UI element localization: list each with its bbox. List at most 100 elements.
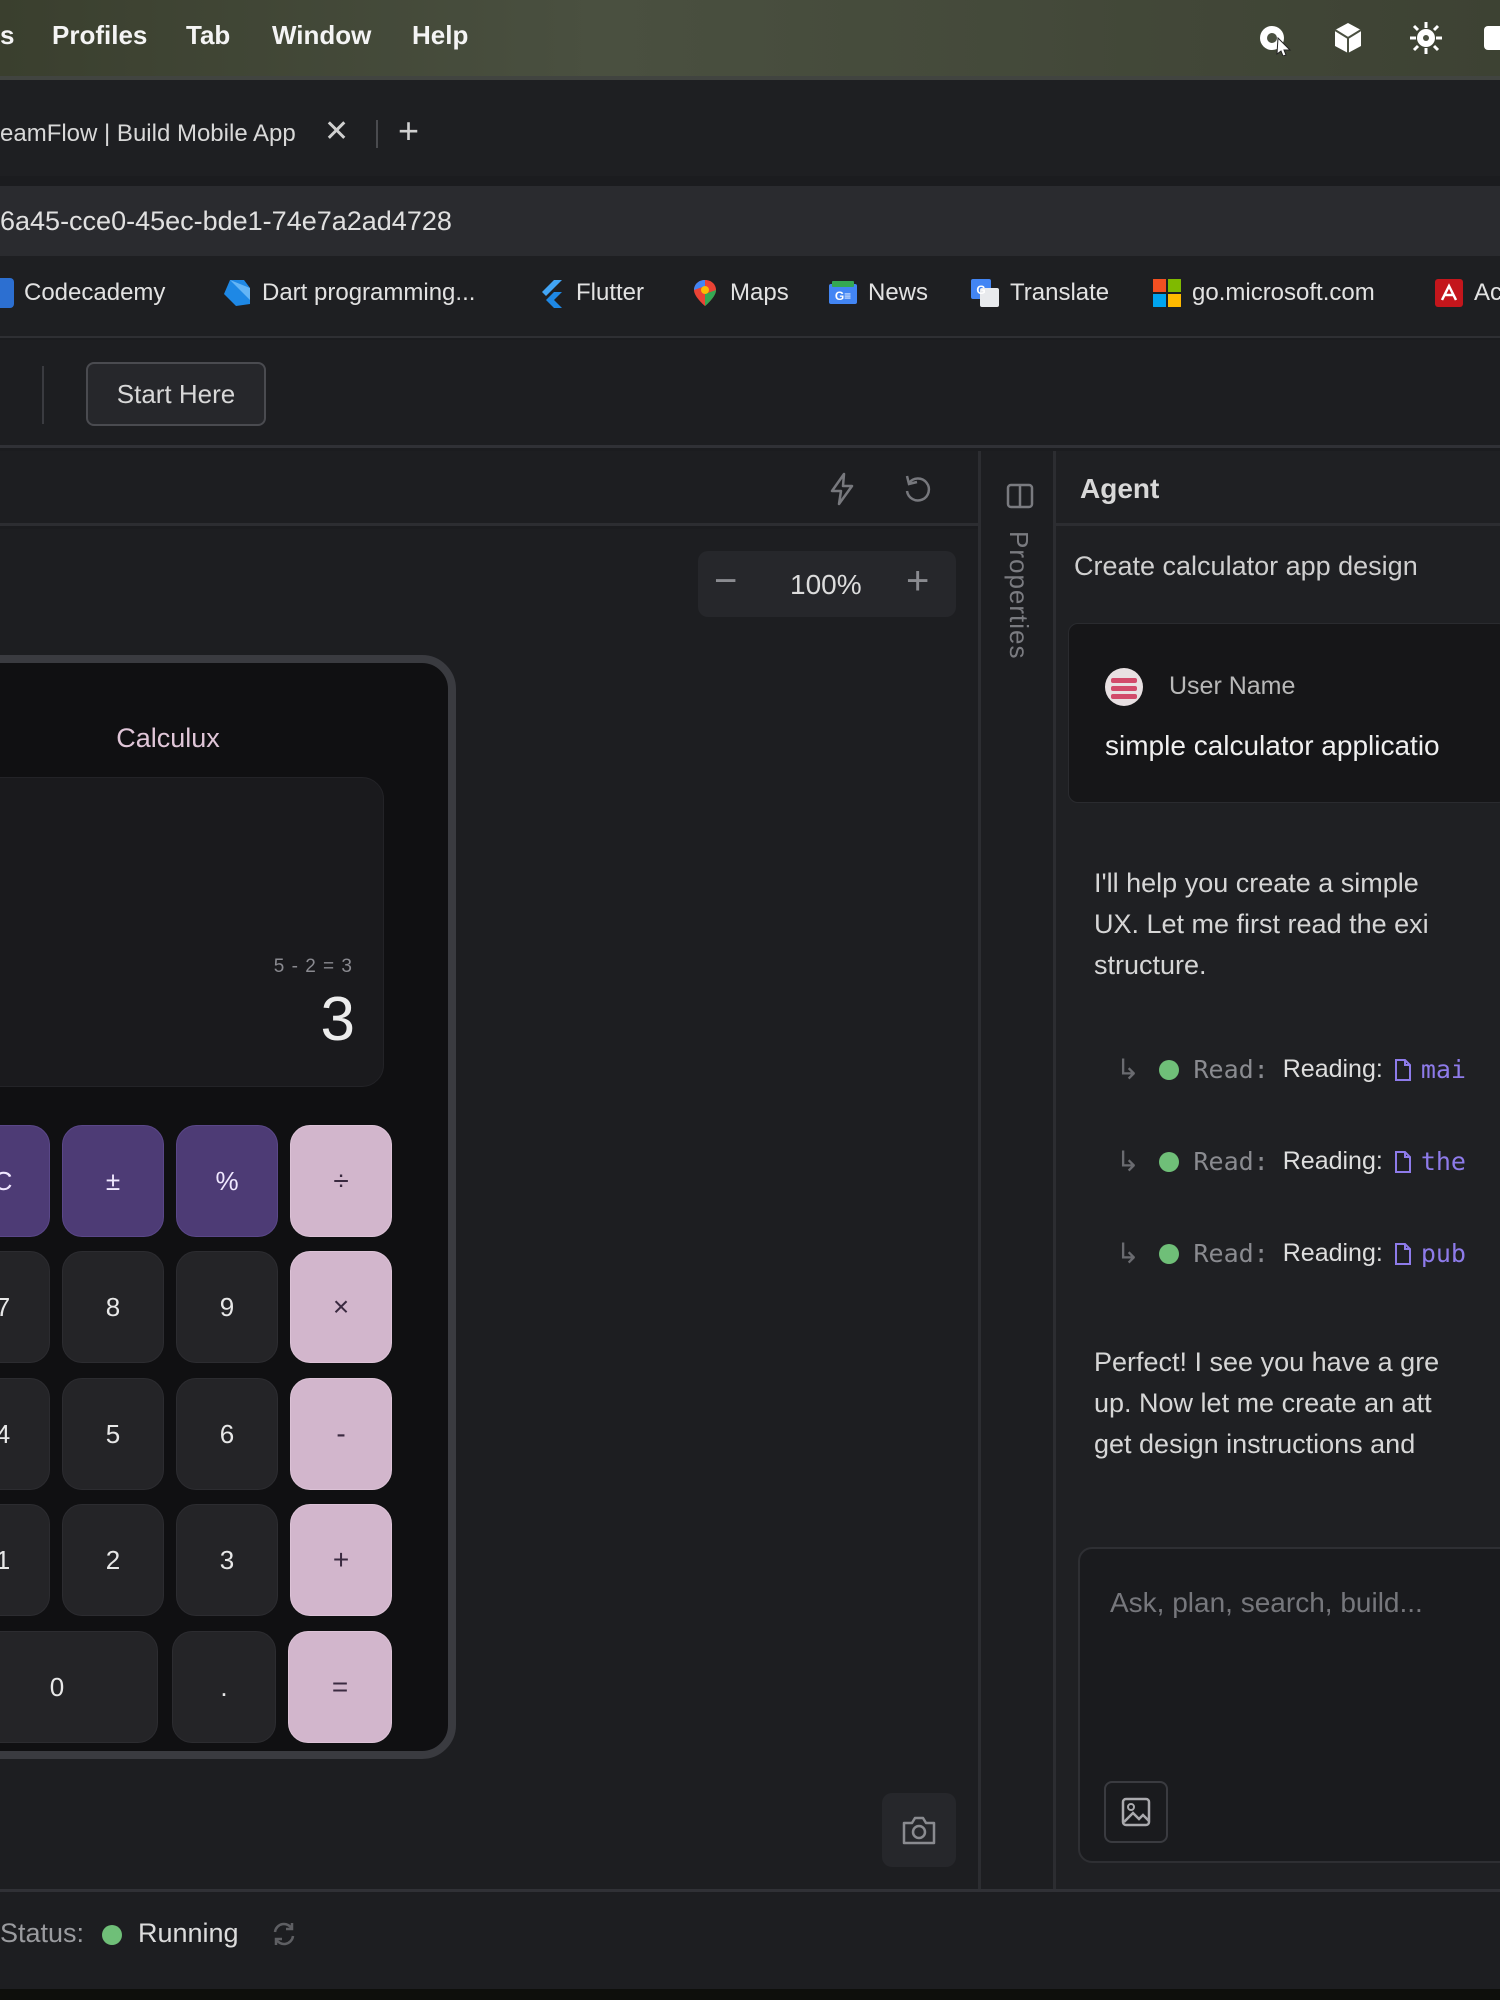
bookmark-codecademy[interactable]: Codecademy xyxy=(0,278,165,308)
microsoft-logo-icon xyxy=(1153,279,1181,307)
bookmark-acrobat[interactable]: Ac xyxy=(1434,278,1500,308)
screenshot-button[interactable] xyxy=(882,1793,956,1867)
digit-9-key[interactable]: 9 xyxy=(176,1251,278,1363)
expression-text: 5 - 2 = 3 xyxy=(273,956,353,977)
plus-key[interactable]: + xyxy=(290,1504,392,1616)
digit-2-key[interactable]: 2 xyxy=(62,1504,164,1616)
panel-toggle-icon[interactable] xyxy=(1005,481,1035,511)
read-tool-row[interactable]: ↳ Read: Reading: pub xyxy=(1116,1237,1466,1270)
menu-item-help[interactable]: Help xyxy=(412,20,468,51)
subitem-arrow-icon: ↳ xyxy=(1116,1054,1140,1085)
address-bar[interactable]: 6a45-cce0-45ec-bde1-74e7a2ad4728 xyxy=(0,186,1500,256)
plus-minus-key[interactable]: ± xyxy=(62,1125,164,1237)
avatar xyxy=(1105,668,1143,706)
digit-6-key[interactable]: 6 xyxy=(176,1378,278,1490)
agent-panel: Agent Create calculator app design User … xyxy=(1056,451,1500,1889)
bookmark-maps[interactable]: Maps xyxy=(690,278,789,308)
chat-input-placeholder[interactable]: Ask, plan, search, build... xyxy=(1110,1587,1423,1619)
digit-3-key[interactable]: 3 xyxy=(176,1504,278,1616)
subitem-arrow-icon: ↳ xyxy=(1116,1238,1140,1269)
result-text: 3 xyxy=(320,985,355,1054)
tool-label: Read: xyxy=(1193,1147,1269,1176)
menu-item-tabs[interactable]: s xyxy=(0,20,14,51)
desktop-strip xyxy=(0,1989,1500,2000)
clear-key[interactable]: C xyxy=(0,1125,50,1237)
bookmark-translate[interactable]: G Translate xyxy=(970,278,1109,308)
minus-key[interactable]: - xyxy=(290,1378,392,1490)
app-toolbar: Start Here xyxy=(0,340,1500,448)
reset-icon[interactable] xyxy=(900,471,936,507)
tab-title[interactable]: eamFlow | Build Mobile App xyxy=(0,120,305,148)
tool-label: Read: xyxy=(1193,1239,1269,1268)
menu-item-window[interactable]: Window xyxy=(272,20,371,51)
digit-1-key[interactable]: 1 xyxy=(0,1504,50,1616)
read-tool-row[interactable]: ↳ Read: Reading: the xyxy=(1116,1145,1466,1178)
user-name: User Name xyxy=(1169,672,1296,700)
battery-icon[interactable] xyxy=(1484,20,1500,56)
attach-image-button[interactable] xyxy=(1104,1781,1168,1843)
running-indicator xyxy=(102,1925,122,1945)
success-dot xyxy=(1159,1151,1180,1172)
design-canvas[interactable]: − 100% + Calculux 5 - 2 = 3 3 C ± % ÷ 7 … xyxy=(0,529,978,1889)
equals-key[interactable]: = xyxy=(288,1631,392,1743)
agent-message-line: Perfect! I see you have a gre xyxy=(1094,1347,1440,1377)
success-dot xyxy=(1159,1243,1180,1264)
file-icon xyxy=(1394,1150,1411,1173)
bookmark-label: Dart programming... xyxy=(262,279,476,306)
menubar: s Profiles Tab Window Help xyxy=(0,0,1500,76)
read-tool-row[interactable]: ↳ Read: Reading: mai xyxy=(1116,1053,1466,1086)
user-message: simple calculator applicatio xyxy=(1105,730,1440,761)
file-name[interactable]: pub xyxy=(1421,1239,1466,1268)
bookmark-news[interactable]: G≡ News xyxy=(828,278,928,308)
lightning-icon[interactable] xyxy=(824,471,860,507)
digit-7-key[interactable]: 7 xyxy=(0,1251,50,1363)
agent-message-line: I'll help you create a simple xyxy=(1094,868,1419,898)
agent-message-line: UX. Let me first read the exi xyxy=(1094,909,1429,939)
properties-rail[interactable]: Properties xyxy=(978,451,1056,1889)
agent-title: Agent xyxy=(1080,473,1160,504)
user-message-card: User Name simple calculator applicatio xyxy=(1068,623,1500,803)
file-icon xyxy=(1394,1058,1411,1081)
translate-icon: G xyxy=(971,279,999,307)
percent-key[interactable]: % xyxy=(176,1125,278,1237)
bookmark-flutter[interactable]: Flutter xyxy=(536,278,644,308)
svg-text:G≡: G≡ xyxy=(835,289,851,303)
chat-composer[interactable]: Ask, plan, search, build... xyxy=(1078,1547,1500,1863)
file-name[interactable]: mai xyxy=(1421,1055,1466,1084)
record-status-icon[interactable] xyxy=(1256,20,1292,56)
browser-tab-strip: eamFlow | Build Mobile App ✕ + xyxy=(0,80,1500,176)
app-title: Calculux xyxy=(116,723,220,753)
digit-0-key[interactable]: 0 xyxy=(0,1631,158,1743)
tab-close-icon[interactable]: ✕ xyxy=(324,114,349,149)
sync-icon[interactable] xyxy=(270,1920,298,1948)
divide-key[interactable]: ÷ xyxy=(290,1125,392,1237)
start-here-button[interactable]: Start Here xyxy=(86,362,266,426)
digit-5-key[interactable]: 5 xyxy=(62,1378,164,1490)
multiply-key[interactable]: × xyxy=(290,1251,392,1363)
bookmark-label: Translate xyxy=(1010,279,1110,306)
tool-text: Reading: xyxy=(1282,1239,1383,1267)
menu-item-profiles[interactable]: Profiles xyxy=(52,20,147,51)
zoom-out-button[interactable]: − xyxy=(714,559,737,604)
zoom-in-button[interactable]: + xyxy=(906,559,929,604)
new-tab-icon[interactable]: + xyxy=(398,110,419,152)
bookmark-label: Flutter xyxy=(576,279,645,306)
tool-label: Read: xyxy=(1193,1055,1269,1084)
bookmark-label: Codecademy xyxy=(24,279,166,306)
decimal-key[interactable]: . xyxy=(172,1631,276,1743)
status-value: Running xyxy=(138,1918,239,1948)
menu-item-tab[interactable]: Tab xyxy=(186,20,230,51)
success-dot xyxy=(1159,1059,1180,1080)
bookmark-microsoft[interactable]: go.microsoft.com xyxy=(1152,278,1375,308)
acrobat-icon xyxy=(1435,279,1463,307)
news-icon: G≡ xyxy=(829,281,857,304)
file-name[interactable]: the xyxy=(1421,1147,1466,1176)
gear-bug-icon[interactable] xyxy=(1408,20,1444,56)
digit-8-key[interactable]: 8 xyxy=(62,1251,164,1363)
digit-4-key[interactable]: 4 xyxy=(0,1378,50,1490)
bookmark-dart[interactable]: Dart programming... xyxy=(222,278,475,308)
url-text[interactable]: 6a45-cce0-45ec-bde1-74e7a2ad4728 xyxy=(0,206,452,237)
properties-label[interactable]: Properties xyxy=(1003,531,1034,660)
bookmark-label: News xyxy=(868,279,929,306)
cube-extension-icon[interactable] xyxy=(1330,20,1366,56)
